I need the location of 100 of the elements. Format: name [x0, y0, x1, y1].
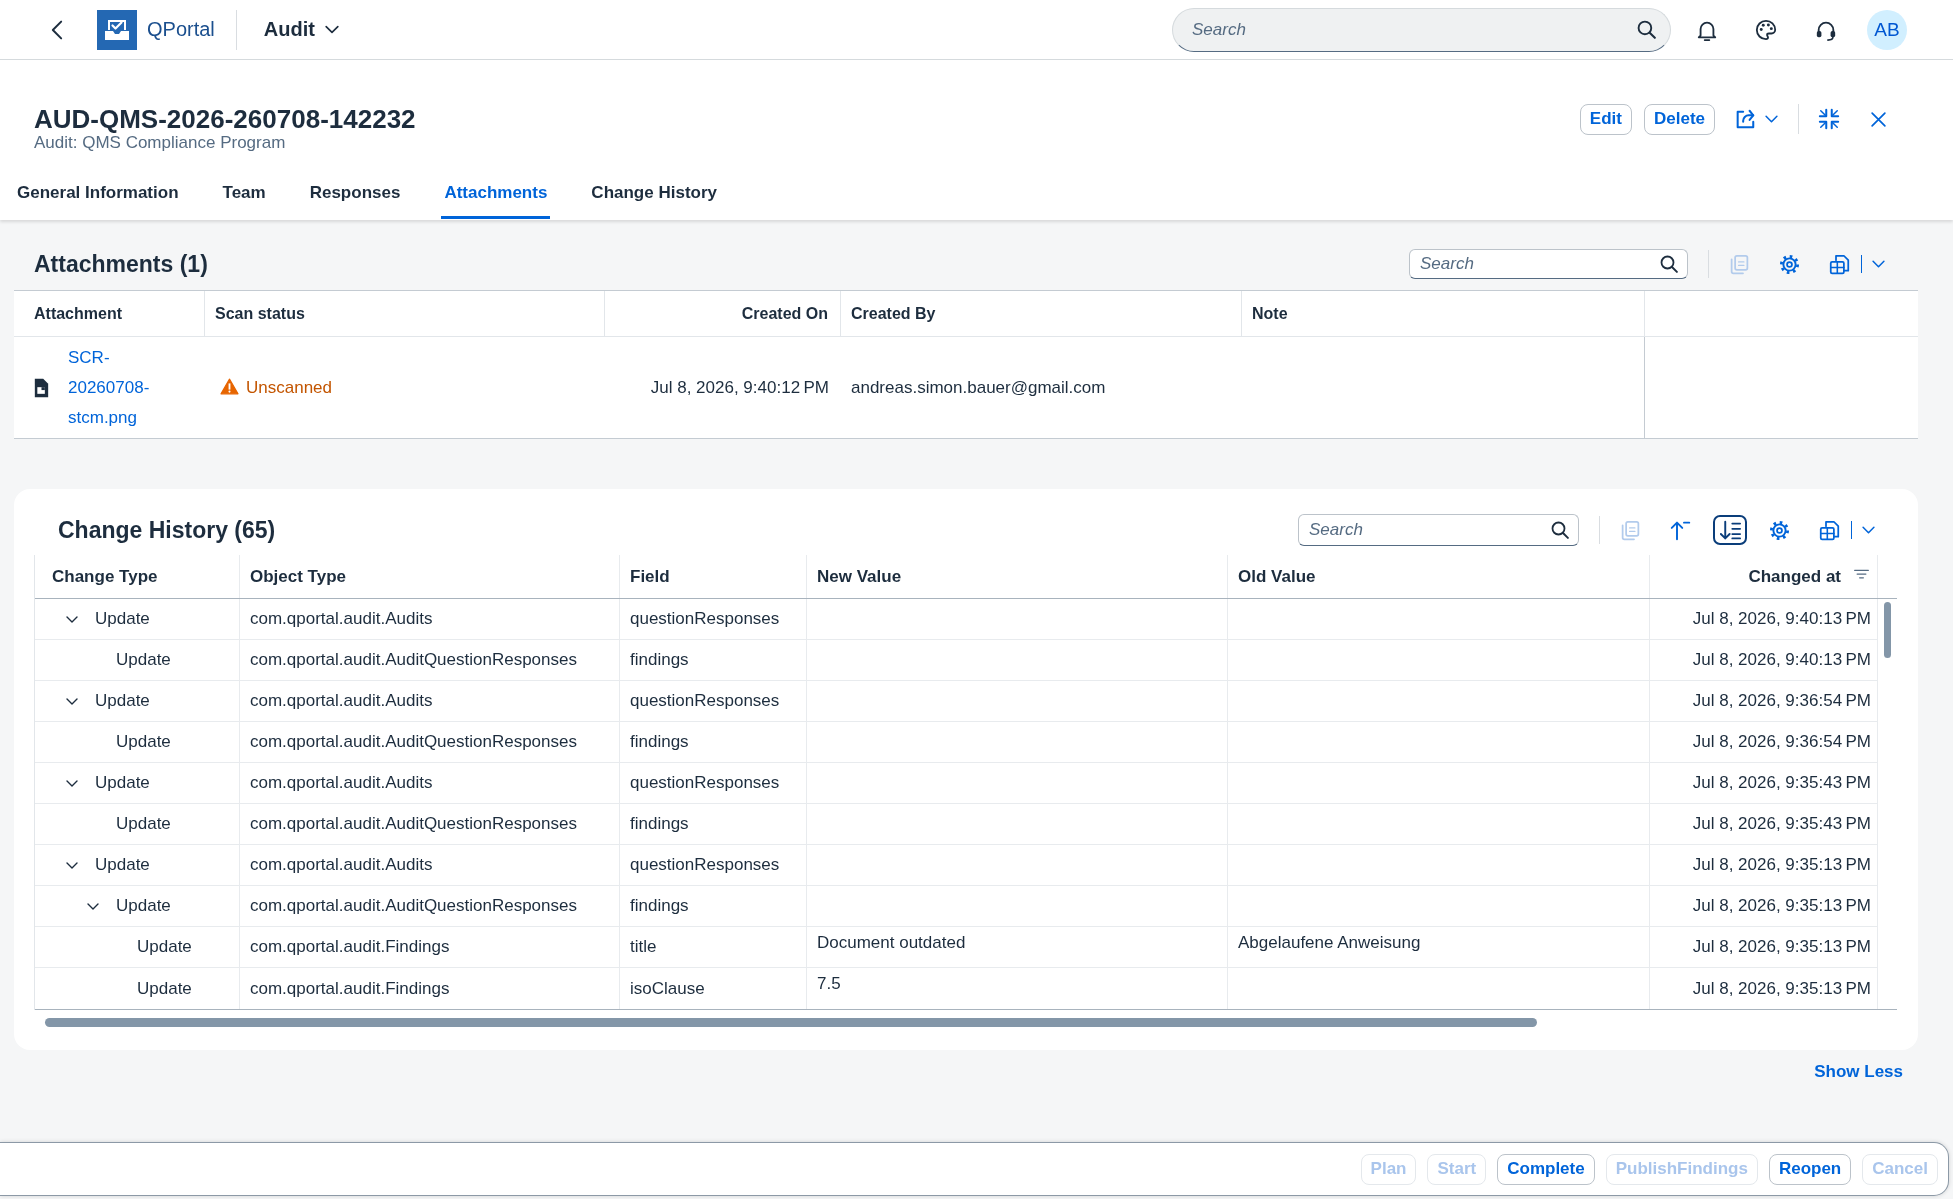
column-header: Scan status [215, 304, 305, 323]
column-header: Created On [741, 304, 828, 323]
cell-text: findings [630, 814, 689, 834]
object-subtitle: Audit: QMS Compliance Program [34, 134, 287, 152]
search-icon[interactable] [1637, 19, 1656, 39]
section-title: Change History (65) [58, 516, 276, 544]
change-type-text: Update [116, 732, 171, 752]
cell-text: com.qportal.audit.AuditQuestionResponses [250, 814, 577, 834]
spreadsheet-icon[interactable] [1819, 519, 1840, 541]
chevron-down-icon[interactable] [66, 861, 78, 869]
toggle-button[interactable] [1713, 515, 1747, 545]
show-less-link[interactable]: Show Less [1814, 1060, 1903, 1084]
footer-action-button[interactable]: Complete [1497, 1153, 1595, 1185]
cell-text: Jul 8, 2026, 9:36:54 PM [1692, 691, 1871, 711]
cell-text: com.qportal.audit.Audits [250, 855, 433, 875]
cell-text: Jul 8, 2026, 9:35:13 PM [1692, 896, 1871, 916]
action-button[interactable]: Edit [1579, 103, 1632, 135]
cell-text: Jul 8, 2026, 9:36:54 PM [1692, 732, 1871, 752]
cell-text: andreas.simon.bauer@gmail.com [851, 377, 1106, 398]
cell-text: com.qportal.audit.Findings [250, 937, 450, 957]
exit-full-screen-icon[interactable] [1818, 108, 1840, 130]
column-header: Change Type [52, 566, 158, 587]
column-header: Attachment [34, 304, 122, 323]
product-name[interactable]: QPortal [147, 18, 215, 41]
arrow-up-icon[interactable] [1670, 519, 1691, 541]
cell-text: Jul 8, 2026, 9:35:43 PM [1692, 814, 1871, 834]
object-title: AUD-QMS-2026-260708-142232 [34, 104, 417, 134]
warning-icon [220, 378, 239, 395]
footer-action-button[interactable]: Reopen [1768, 1153, 1852, 1185]
search-field[interactable]: Search [1409, 249, 1688, 279]
tab[interactable]: Attachments [441, 167, 551, 219]
settings-icon[interactable] [1779, 253, 1800, 275]
cell-text: Abgelaufene Anweisung [1238, 933, 1421, 953]
column-header: Created By [851, 304, 936, 323]
cell-text: findings [630, 650, 689, 670]
back-icon[interactable] [51, 19, 63, 40]
cell-text: Jul 8, 2026, 9:35:13 PM [1692, 855, 1871, 875]
vertical-scrollbar[interactable] [1884, 602, 1891, 658]
cell-text: com.qportal.audit.Findings [250, 978, 450, 999]
close-icon[interactable] [1870, 110, 1887, 128]
cell-text: questionResponses [630, 691, 780, 711]
cell-text: Jul 8, 2026, 9:40:13 PM [1692, 650, 1871, 670]
cell-text: com.qportal.audit.AuditQuestionResponses [250, 896, 577, 916]
column-header: Old Value [1238, 566, 1316, 587]
palette-icon[interactable] [1755, 18, 1777, 41]
tab[interactable]: Team [219, 167, 269, 219]
user-avatar[interactable]: AB [1867, 9, 1907, 50]
cell-text: findings [630, 896, 689, 916]
arrow-down-list-icon [1719, 519, 1741, 541]
chevron-down-icon [324, 25, 339, 34]
document-icon [34, 377, 49, 398]
change-type-text: Update [116, 896, 171, 916]
cell-text: questionResponses [630, 855, 780, 875]
column-header: Object Type [250, 566, 347, 587]
column-header: Field [630, 566, 670, 587]
app-menu-button[interactable]: Audit [263, 18, 339, 41]
scan-status-text: Unscanned [246, 377, 332, 398]
search-icon[interactable] [1660, 255, 1678, 273]
change-type-text: Update [95, 691, 150, 711]
tab[interactable]: Responses [306, 167, 404, 219]
cell-text: Document outdated [817, 933, 966, 953]
cell-text: Jul 8, 2026, 9:35:13 PM [1692, 937, 1871, 957]
column-header: New Value [817, 566, 902, 587]
chevron-down-icon[interactable] [66, 697, 78, 705]
attachment-link[interactable]: SCR-20260708-stcm.png [68, 342, 160, 433]
cell-text: com.qportal.audit.Audits [250, 773, 433, 793]
search-icon[interactable] [1551, 521, 1569, 539]
chevron-down-icon[interactable] [87, 902, 99, 910]
sort-icon[interactable] [1854, 568, 1869, 579]
cell-text: title [630, 937, 657, 957]
column-header: Changed at [1748, 566, 1841, 587]
settings-icon[interactable] [1769, 519, 1790, 541]
horizontal-scrollbar[interactable] [45, 1018, 1537, 1027]
search-field[interactable]: Search [1172, 7, 1671, 52]
cell-text: Jul 8, 2026, 9:35:13 PM [1692, 978, 1871, 999]
change-type-text: Update [95, 855, 150, 875]
share-icon[interactable] [1734, 108, 1756, 130]
section-title: Attachments (1) [34, 250, 208, 278]
cell-text: questionResponses [630, 773, 780, 793]
cell-text: com.qportal.audit.Audits [250, 691, 433, 711]
cell-text: Jul 8, 2026, 9:35:43 PM [1692, 773, 1871, 793]
cell-text: Jul 8, 2026, 9:40:12 PM [650, 377, 829, 398]
change-type-text: Update [116, 814, 171, 834]
change-type-text: Update [137, 978, 192, 999]
chevron-down-icon[interactable] [66, 779, 78, 787]
chevron-down-icon[interactable] [66, 615, 78, 623]
action-button[interactable]: Delete [1643, 103, 1715, 135]
change-type-text: Update [116, 650, 171, 670]
cell-text: isoClause [630, 978, 705, 999]
tab[interactable]: General Information [14, 167, 182, 219]
spreadsheet-icon[interactable] [1829, 253, 1850, 275]
cell-text: Jul 8, 2026, 9:40:13 PM [1692, 609, 1871, 629]
search-field[interactable]: Search [1298, 514, 1579, 546]
column-header: Note [1252, 304, 1288, 323]
cell-text: 7.5 [817, 974, 841, 994]
logo-icon[interactable] [97, 9, 137, 50]
cell-text: com.qportal.audit.AuditQuestionResponses [250, 650, 577, 670]
cell-text: questionResponses [630, 609, 780, 629]
cell-text: findings [630, 732, 689, 752]
tab[interactable]: Change History [588, 167, 720, 219]
